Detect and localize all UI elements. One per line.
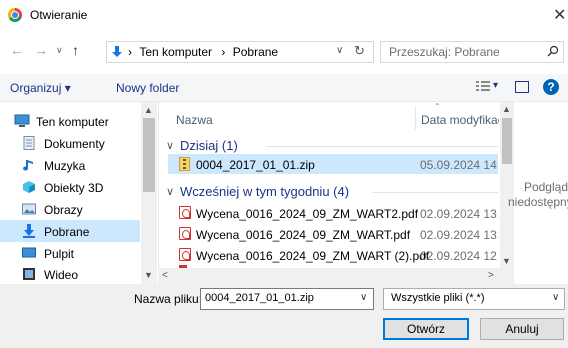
- sidebar-item-label: Ten komputer: [36, 115, 109, 129]
- window-title: Otwieranie: [30, 8, 88, 22]
- file-row[interactable]: Wycena_0016_2024_09_ZM_WART (2).pdf 02.0…: [168, 245, 498, 265]
- breadcrumb-separator: ›: [221, 45, 226, 59]
- sort-indicator-icon: ⌃: [434, 102, 441, 111]
- pdf-file-icon: [179, 248, 191, 261]
- search-icon: [547, 45, 559, 57]
- sidebar-item-label: Obiekty 3D: [44, 181, 104, 195]
- file-row[interactable]: 0004_2017_01_01.zip 05.09.2024 14:36: [168, 154, 498, 174]
- preview-label: niedostępny: [508, 195, 568, 209]
- view-options-icon[interactable]: [476, 80, 490, 92]
- column-divider: [415, 106, 416, 130]
- close-button[interactable]: ✕: [553, 5, 566, 25]
- help-icon[interactable]: ?: [543, 79, 559, 95]
- music-icon: [22, 158, 38, 172]
- pdf-file-icon: [179, 227, 191, 240]
- file-type-value: Wszystkie pliki (*.*): [391, 292, 485, 304]
- group-collapse-icon[interactable]: ∨: [166, 185, 174, 198]
- sidebar-item-label: Muzyka: [44, 159, 86, 173]
- scroll-right-icon[interactable]: >: [488, 270, 494, 281]
- preview-label: Podgląd: [523, 180, 568, 194]
- sidebar-scroll-thumb[interactable]: [143, 118, 155, 192]
- breadcrumb-separator: ›: [128, 45, 132, 59]
- up-button[interactable]: ↑: [72, 42, 79, 58]
- group-title-this-week[interactable]: Wcześniej w tym tygodniu (4): [180, 184, 349, 199]
- address-dropdown-icon[interactable]: ∨: [336, 45, 343, 56]
- scroll-left-icon[interactable]: <: [162, 270, 168, 281]
- pdf-file-icon: [179, 206, 191, 219]
- file-date: 02.09.2024 13:05: [420, 228, 498, 242]
- file-name: Wycena_0016_2024_09_ZM_WART2.pdf: [196, 207, 419, 221]
- sidebar-item-wideo[interactable]: Wideo: [0, 264, 140, 284]
- group-title-today[interactable]: Dzisiaj (1): [180, 138, 238, 153]
- sidebar-item-muzyka[interactable]: Muzyka: [0, 154, 140, 176]
- file-type-dropdown-icon[interactable]: ∨: [552, 292, 559, 303]
- breadcrumb-item-ten-komputer[interactable]: Ten komputer: [139, 45, 212, 59]
- downloads-icon: [22, 224, 38, 238]
- file-row[interactable]: Wycena_0016_2024_09_ZM_WART2.pdf 02.09.2…: [168, 203, 498, 223]
- new-folder-button[interactable]: Nowy folder: [116, 81, 179, 95]
- file-row[interactable]: Wycena_0016_2024_09_ZM_WART.pdf 02.09.20…: [168, 224, 498, 244]
- open-button[interactable]: Otwórz: [383, 318, 469, 340]
- group-divider: [372, 192, 498, 193]
- recent-locations-icon[interactable]: ∨: [56, 45, 63, 56]
- view-dropdown-icon[interactable]: ▾: [493, 80, 498, 91]
- sidebar-item-pobrane[interactable]: Pobrane: [0, 220, 140, 242]
- zip-file-icon: [179, 157, 190, 171]
- desktop-icon: [22, 246, 38, 260]
- downloads-icon: [110, 45, 124, 59]
- search-placeholder: Przeszukaj: Pobrane: [389, 45, 500, 59]
- documents-icon: [22, 136, 38, 150]
- filename-value: 0004_2017_01_01.zip: [205, 292, 314, 304]
- horizontal-scrollbar[interactable]: [158, 268, 500, 284]
- sidebar-item-dokumenty[interactable]: Dokumenty: [0, 132, 140, 154]
- scroll-down-icon[interactable]: ▼: [502, 256, 511, 266]
- file-date: 02.09.2024 13:09: [420, 207, 498, 221]
- file-list-scroll-thumb[interactable]: [502, 118, 512, 164]
- file-date: 05.09.2024 14:36: [420, 158, 498, 172]
- breadcrumb-item-pobrane[interactable]: Pobrane: [233, 45, 278, 59]
- filename-label: Nazwa pliku:: [134, 292, 203, 306]
- forward-button[interactable]: →: [34, 42, 48, 58]
- file-name: 0004_2017_01_01.zip: [196, 158, 315, 172]
- refresh-icon[interactable]: ↻: [354, 43, 365, 59]
- sidebar-item-pulpit[interactable]: Pulpit: [0, 242, 140, 264]
- scroll-up-icon[interactable]: ▲: [144, 105, 153, 115]
- organize-button[interactable]: Organizuj ▾: [10, 81, 71, 95]
- scroll-up-icon[interactable]: ▲: [502, 104, 511, 114]
- sidebar-item-label: Dokumenty: [44, 137, 105, 151]
- column-header-name[interactable]: Nazwa: [176, 113, 213, 127]
- sidebar-item-label: Pulpit: [44, 247, 75, 261]
- pictures-icon: [22, 202, 38, 216]
- sidebar-item-label: Obrazy: [44, 203, 83, 217]
- back-button[interactable]: ←: [10, 42, 24, 58]
- sidebar-item-obiekty-3d[interactable]: Obiekty 3D: [0, 176, 140, 198]
- sidebar-item-label: Wideo: [44, 268, 79, 282]
- group-divider: [266, 146, 498, 147]
- preview-pane-icon[interactable]: [515, 81, 529, 93]
- sidebar-item-obrazy[interactable]: Obrazy: [0, 198, 140, 220]
- column-header-date[interactable]: Data modyfikac: [421, 113, 499, 127]
- objects-3d-icon: [22, 180, 38, 194]
- video-icon: [22, 267, 38, 281]
- file-name: Wycena_0016_2024_09_ZM_WART (2).pdf: [196, 249, 430, 263]
- computer-icon: [14, 114, 30, 128]
- filename-dropdown-icon[interactable]: ∨: [360, 292, 367, 303]
- cancel-button[interactable]: Anuluj: [480, 318, 564, 340]
- file-date: 02.09.2024 12:55: [420, 249, 498, 263]
- breadcrumb: › Ten komputer › Pobrane: [128, 45, 278, 59]
- scroll-down-icon[interactable]: ▼: [144, 270, 153, 280]
- group-collapse-icon[interactable]: ∨: [166, 139, 174, 152]
- chrome-icon: [8, 8, 22, 22]
- sidebar-item-ten-komputer[interactable]: Ten komputer: [0, 110, 140, 132]
- file-name: Wycena_0016_2024_09_ZM_WART.pdf: [196, 228, 411, 242]
- sidebar-item-label: Pobrane: [44, 225, 90, 239]
